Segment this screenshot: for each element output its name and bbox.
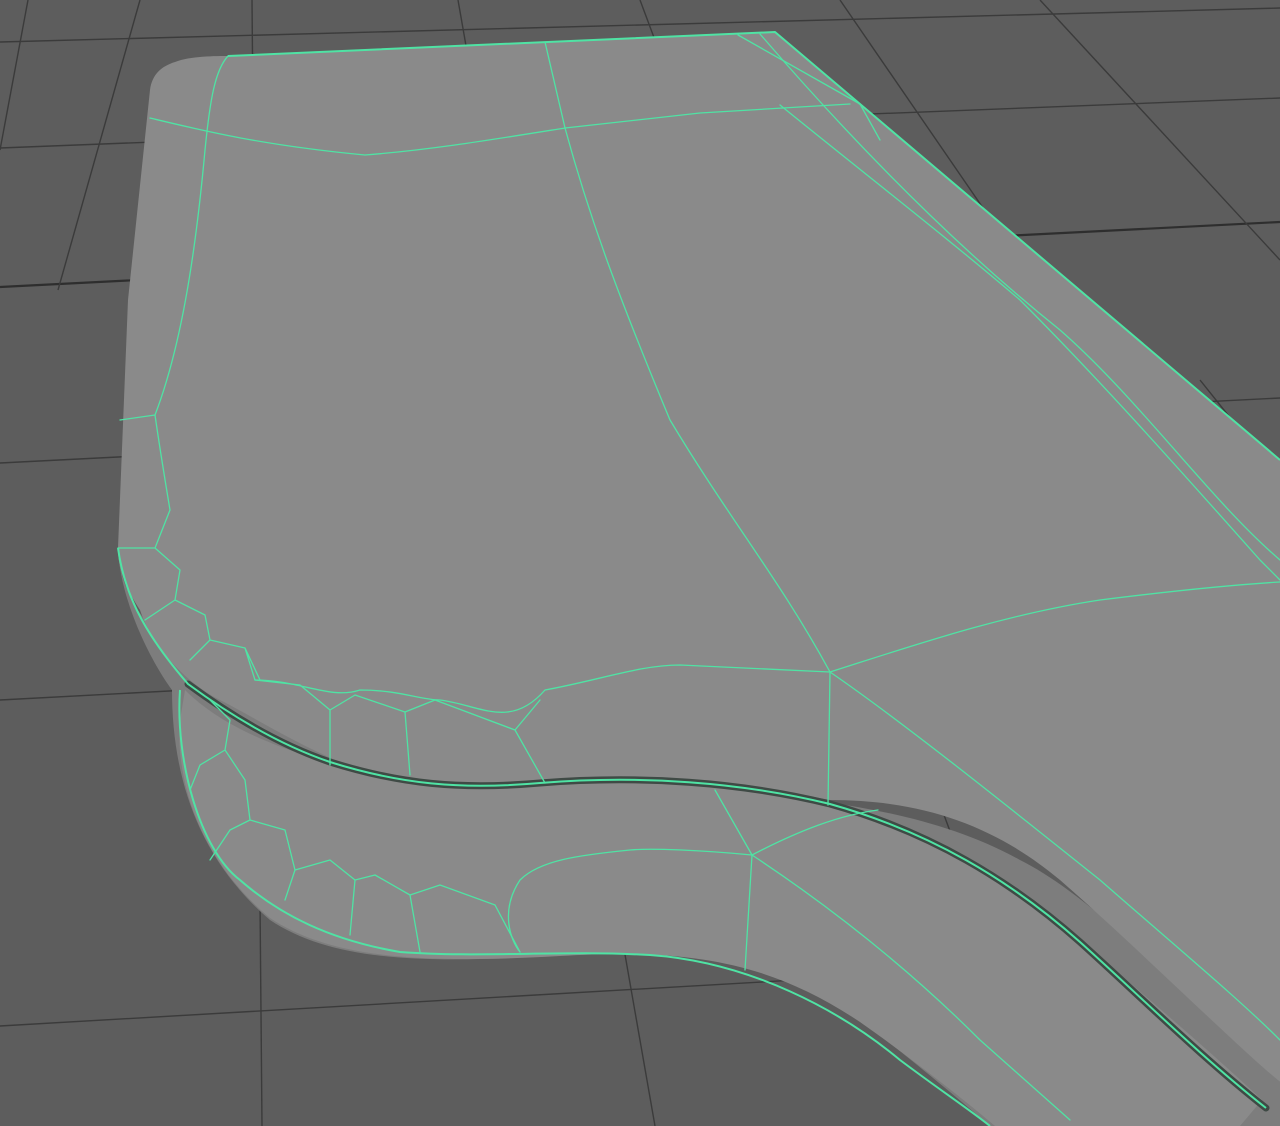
grid-line (1039, 0, 1280, 261)
viewport-canvas[interactable] (0, 0, 1280, 1126)
grid-line (0, 7, 1280, 43)
3d-viewport[interactable] (0, 0, 1280, 1126)
grid-line (0, 0, 29, 151)
